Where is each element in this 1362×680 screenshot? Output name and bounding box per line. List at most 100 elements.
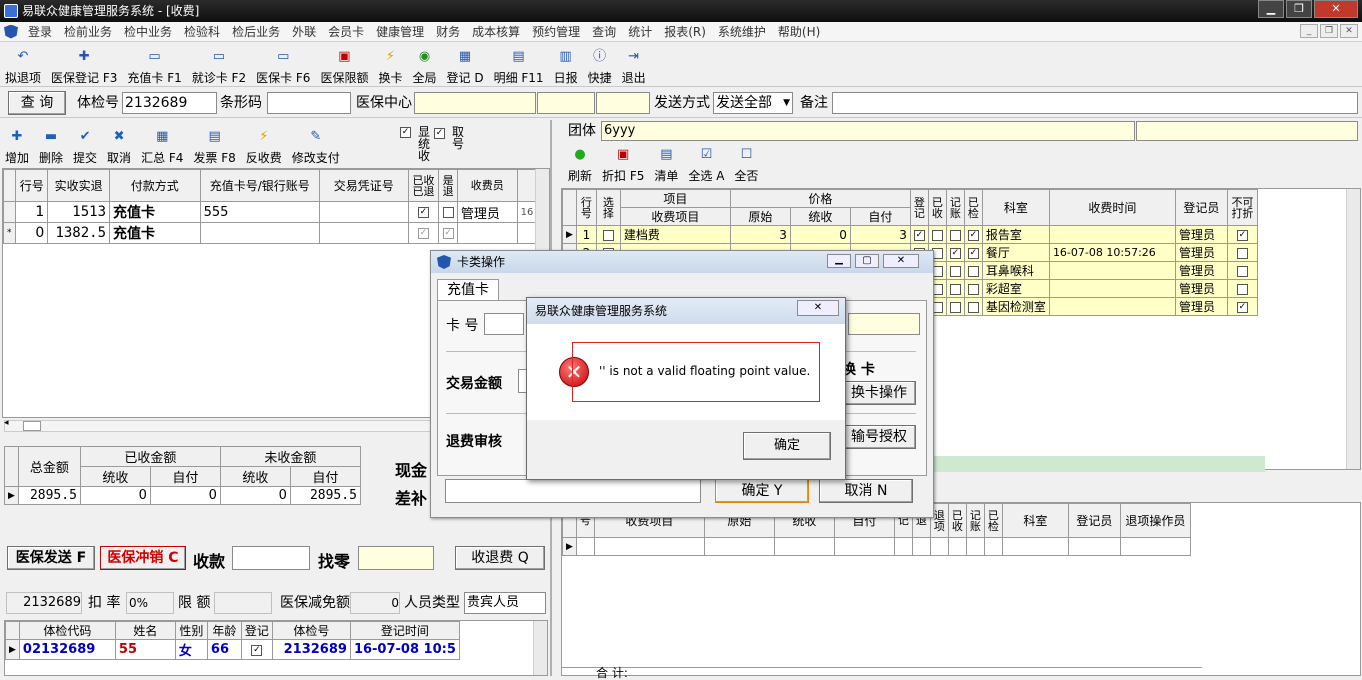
voucher-cell[interactable] [319, 222, 409, 244]
table-row[interactable]: ▶ 1 建档费 3 0 3 ✓ ✓ 报告室 管理员 ✓ [562, 225, 1258, 244]
chk-checkbox[interactable]: ✓ [967, 247, 979, 259]
card-status-input[interactable] [445, 479, 701, 503]
card-cell[interactable] [199, 222, 321, 244]
menu-item-11[interactable]: 查询 [586, 23, 622, 40]
menu-item-14[interactable]: 系统维护 [712, 23, 772, 40]
receive-input[interactable] [232, 546, 310, 570]
recv-cell[interactable] [927, 225, 947, 244]
main-toolbar-button-6[interactable]: ⚡ 换卡 [373, 44, 407, 86]
main-toolbar-button-10[interactable]: ▥ 日报 [549, 44, 583, 86]
nodiscount-cell[interactable] [1226, 261, 1258, 280]
payment-toolbar-button-7[interactable]: ✎ 修改支付 [287, 124, 345, 166]
registered-checkbox[interactable]: ✓ [251, 644, 263, 656]
main-toolbar-button-2[interactable]: ▭ 充值卡 F1 [122, 44, 186, 86]
refund-cell[interactable] [575, 537, 595, 556]
main-toolbar-button-1[interactable]: ✚ 医保登记 F3 [46, 44, 122, 86]
payment-toolbar-button-1[interactable]: ▬ 删除 [34, 124, 68, 166]
table-row[interactable]: ▶ 02132689 55 女 66 ✓ 2132689 16-07-08 10:5 [5, 639, 460, 660]
items-toolbar-button-1[interactable]: ▣ 折扣 F5 [597, 142, 649, 184]
main-toolbar-button-0[interactable]: ↶ 拟退项 [0, 44, 46, 86]
main-toolbar-button-12[interactable]: ⇥ 退出 [617, 44, 651, 86]
menu-item-12[interactable]: 统计 [622, 23, 658, 40]
nodiscount-cell[interactable] [1226, 243, 1258, 262]
refund-cell[interactable] [893, 537, 913, 556]
menu-item-4[interactable]: 检后业务 [226, 23, 286, 40]
chk-cell[interactable] [963, 279, 983, 298]
payment-toolbar-button-0[interactable]: ✚ 增加 [0, 124, 34, 166]
items-toolbar-button-3[interactable]: ☑ 全选 A [683, 142, 729, 184]
menu-item-9[interactable]: 成本核算 [466, 23, 526, 40]
card-ok-button[interactable]: 确定 Y [715, 479, 809, 503]
nodiscount-checkbox[interactable] [1236, 283, 1248, 295]
dialog-maximize-button[interactable]: ▢ [855, 254, 879, 268]
acct-cell[interactable]: ✓ [945, 243, 965, 262]
take-number-checkbox[interactable]: ✓ [434, 126, 445, 140]
refund-cell[interactable] [773, 537, 835, 556]
received-checkbox[interactable]: ✓ [417, 207, 429, 218]
refund-cell[interactable] [438, 201, 458, 223]
payment-toolbar-button-2[interactable]: ✔ 提交 [68, 124, 102, 166]
refund-cell[interactable] [703, 537, 775, 556]
chk-cell[interactable]: ✓ [963, 243, 983, 262]
exam-no-input[interactable]: 2132689 [122, 92, 217, 114]
discount-input[interactable]: 0% [126, 592, 174, 614]
menu-item-10[interactable]: 预约管理 [526, 23, 586, 40]
refund-cell[interactable] [929, 537, 949, 556]
chk-checkbox[interactable]: ✓ [967, 229, 979, 241]
chk-cell[interactable] [963, 261, 983, 280]
swap-card-button[interactable]: 换卡操作 [842, 381, 916, 405]
card-cell[interactable]: 555 [199, 201, 321, 223]
insurance-reverse-button[interactable]: 医保冲销 C [100, 546, 186, 570]
amount-cell[interactable]: 1382.5 [47, 222, 111, 244]
amount-cell[interactable]: 1513 [47, 201, 111, 223]
refund-cell[interactable]: ✓ [438, 222, 458, 244]
dialog-close-button[interactable]: ✕ [883, 254, 919, 268]
refund-cell[interactable] [1119, 537, 1191, 556]
items-toolbar-button-4[interactable]: ☐ 全否 [729, 142, 763, 184]
acct-checkbox[interactable] [949, 283, 961, 295]
method-cell[interactable]: 充值卡 [109, 201, 201, 223]
main-toolbar-button-3[interactable]: ▭ 就诊卡 F2 [187, 44, 251, 86]
close-button[interactable]: ✕ [1314, 0, 1358, 18]
refund-cell[interactable] [947, 537, 967, 556]
auth-button[interactable]: 输号授权 [842, 425, 916, 449]
card-info-input[interactable] [848, 313, 920, 335]
main-toolbar-button-5[interactable]: ▣ 医保限额 [315, 44, 373, 86]
barcode-input[interactable] [267, 92, 351, 114]
nodiscount-checkbox[interactable] [1236, 265, 1248, 277]
chk-checkbox[interactable] [967, 265, 979, 277]
method-cell[interactable]: 充值卡 [109, 222, 201, 244]
main-toolbar-button-8[interactable]: ▦ 登记 D [442, 44, 489, 86]
chk-cell[interactable] [963, 297, 983, 316]
acct-cell[interactable] [945, 261, 965, 280]
menu-item-13[interactable]: 报表(R) [658, 23, 712, 40]
restore-button[interactable]: ❐ [1286, 0, 1312, 18]
refund-cell[interactable] [965, 537, 985, 556]
select-cell[interactable] [595, 225, 621, 244]
table-row[interactable]: 1 1513 充值卡 555 ✓ 管理员 16 [2, 201, 539, 223]
main-toolbar-button-9[interactable]: ▤ 明细 F11 [489, 44, 549, 86]
select-checkbox[interactable] [602, 229, 614, 241]
card-cancel-button[interactable]: 取消 N [819, 479, 913, 503]
change-input[interactable] [358, 546, 434, 570]
nodiscount-checkbox[interactable]: ✓ [1236, 229, 1248, 241]
nodiscount-cell[interactable]: ✓ [1226, 225, 1258, 244]
acct-cell[interactable] [945, 297, 965, 316]
items-toolbar-button-2[interactable]: ▤ 清单 [649, 142, 683, 184]
menu-item-6[interactable]: 会员卡 [322, 23, 370, 40]
error-close-button[interactable]: ✕ [797, 300, 839, 316]
main-toolbar-button-7[interactable]: ◉ 全局 [407, 44, 441, 86]
acct-checkbox[interactable] [949, 301, 961, 313]
reduce-input[interactable]: 0 [350, 592, 400, 614]
refund-checkbox[interactable] [442, 207, 454, 218]
nodiscount-checkbox[interactable]: ✓ [1236, 301, 1248, 313]
payment-toolbar-button-5[interactable]: ▤ 发票 F8 [188, 124, 240, 166]
refund-button[interactable]: 收退费 Q [455, 546, 545, 570]
chk-cell[interactable]: ✓ [963, 225, 983, 244]
mdi-restore-button[interactable]: ❐ [1320, 24, 1338, 38]
payment-toolbar-button-4[interactable]: ▦ 汇总 F4 [136, 124, 188, 166]
send-mode-select[interactable]: 发送全部 ▼ [713, 92, 793, 114]
recv-checkbox[interactable] [931, 229, 943, 241]
menu-item-7[interactable]: 健康管理 [370, 23, 430, 40]
payment-toolbar-button-6[interactable]: ⚡ 反收费 [241, 124, 287, 166]
